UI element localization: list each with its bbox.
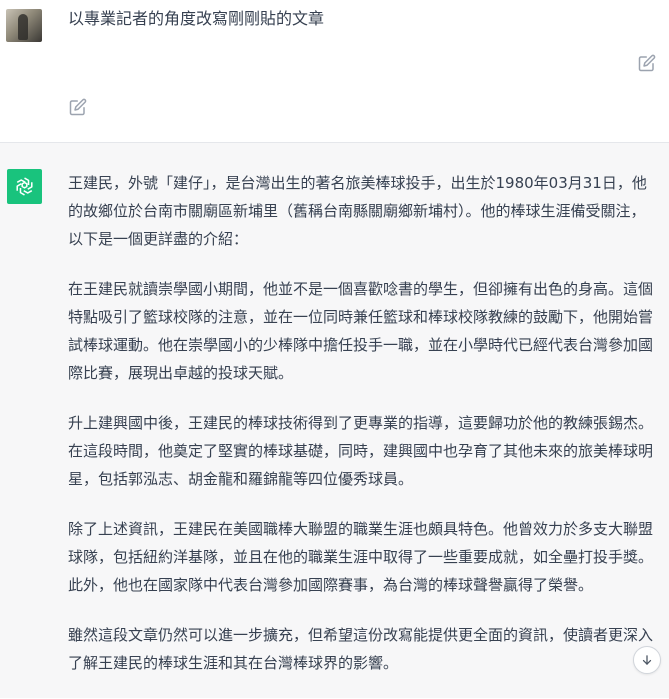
chatgpt-logo-icon: [7, 169, 42, 204]
user-message: 以專業記者的角度改寫剛剛貼的文章: [0, 0, 669, 143]
assistant-paragraph: 在王建民就讀崇學國小期間，他並不是一個喜歡唸書的學生，但卻擁有出色的身高。這個特…: [68, 280, 654, 382]
scroll-to-bottom-button[interactable]: [633, 646, 661, 674]
edit-icon[interactable]: [69, 98, 87, 116]
user-avatar: [6, 9, 42, 42]
user-message-text: 以專業記者的角度改寫剛剛貼的文章: [68, 9, 325, 28]
assistant-paragraph: 除了上述資訊，王建民在美國職棒大聯盟的職業生涯也頗具特色。他曾效力於多支大聯盟球…: [68, 520, 654, 594]
assistant-message: 王建民，外號「建仔」，是台灣出生的著名旅美棒球投手，出生於1980年03月31日…: [0, 143, 669, 698]
assistant-paragraph: 升上建興國中後，王建民的棒球技術得到了更專業的指導，這要歸功於他的教練張錫杰。在…: [68, 414, 654, 488]
assistant-message-text: 王建民，外號「建仔」，是台灣出生的著名旅美棒球投手，出生於1980年03月31日…: [68, 169, 660, 699]
assistant-paragraph: 雖然這段文章仍然可以進一步擴充，但希望這份改寫能提供更全面的資訊，使讀者更深入了…: [68, 626, 654, 672]
edit-icon[interactable]: [638, 54, 656, 72]
assistant-paragraph: 王建民，外號「建仔」，是台灣出生的著名旅美棒球投手，出生於1980年03月31日…: [68, 174, 647, 248]
arrow-down-icon: [642, 655, 652, 665]
user-avatar-figure: [18, 14, 28, 40]
